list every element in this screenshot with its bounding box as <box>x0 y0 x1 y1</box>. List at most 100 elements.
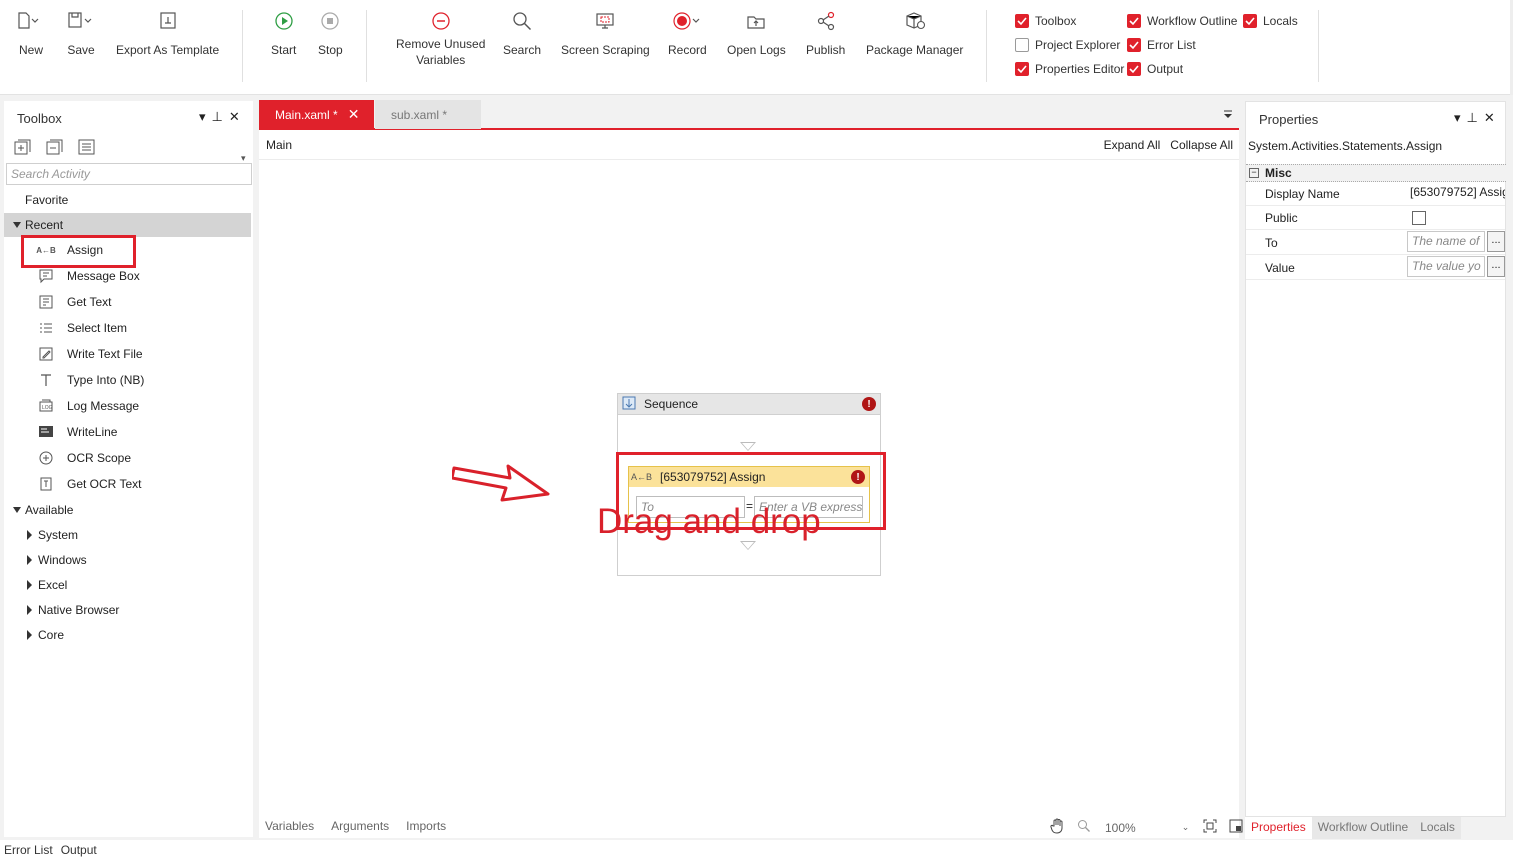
overview-icon[interactable] <box>1229 819 1243 836</box>
toolbox-item-write-text-file[interactable]: Write Text File <box>4 342 251 366</box>
collapse-all-icon[interactable] <box>46 139 64 158</box>
close-icon[interactable]: ✕ <box>229 109 240 125</box>
pin-icon[interactable]: ⊥ <box>212 109 223 125</box>
output-toggle[interactable]: Output <box>1127 60 1183 78</box>
ribbon-separator <box>242 10 243 82</box>
expand-all-icon[interactable] <box>14 139 32 158</box>
available-node[interactable]: Available <box>4 498 251 522</box>
expression-editor-button[interactable]: ... <box>1487 231 1505 252</box>
error-list-toggle[interactable]: Error List <box>1127 36 1196 54</box>
close-icon[interactable]: ✕ <box>1484 110 1495 126</box>
search-button[interactable]: Search <box>503 8 541 58</box>
pan-hand-icon[interactable] <box>1049 817 1067 838</box>
checkbox-checked-icon <box>1127 38 1141 52</box>
property-value: Value The value yo ... <box>1246 255 1505 280</box>
ribbon: New Save Export As Template Start Stop R… <box>0 0 1513 95</box>
toolbox-item-assign[interactable]: A←B Assign <box>4 238 251 262</box>
tab-workflow-outline[interactable]: Workflow Outline <box>1311 817 1415 839</box>
record-button[interactable]: Record <box>668 8 707 58</box>
toolbox-toggle[interactable]: Toolbox <box>1015 12 1076 30</box>
toolbox-item-writeline[interactable]: WriteLine <box>4 420 251 444</box>
open-logs-button[interactable]: Open Logs <box>727 8 786 58</box>
checkbox-checked-icon <box>1243 14 1257 28</box>
available-node-windows[interactable]: Windows <box>4 548 251 572</box>
close-tab-icon[interactable]: ✕ <box>348 106 360 123</box>
tab-main-xaml[interactable]: Main.xaml * ✕ <box>259 100 374 129</box>
tab-error-list[interactable]: Error List <box>0 840 57 862</box>
fit-to-screen-icon[interactable] <box>1203 819 1217 836</box>
recent-node[interactable]: Recent <box>4 213 251 237</box>
publish-icon <box>816 8 836 34</box>
zoom-icon[interactable] <box>1077 819 1091 836</box>
start-button[interactable]: Start <box>271 8 296 58</box>
export-template-icon <box>158 8 178 34</box>
locals-toggle[interactable]: Locals <box>1243 12 1298 30</box>
stop-button[interactable]: Stop <box>318 8 343 58</box>
package-manager-button[interactable]: Package Manager <box>866 8 963 58</box>
tab-locals[interactable]: Locals <box>1414 817 1461 839</box>
tab-arguments[interactable]: Arguments <box>331 819 389 833</box>
drag-arrow-icon <box>452 464 550 502</box>
available-node-excel[interactable]: Excel <box>4 573 251 597</box>
public-checkbox[interactable] <box>1412 211 1426 225</box>
zoom-level[interactable]: 100% <box>1105 821 1136 835</box>
pin-icon[interactable]: ⊥ <box>1467 110 1478 126</box>
log-message-icon: LOG <box>37 397 55 415</box>
checkbox-checked-icon <box>1127 14 1141 28</box>
tab-properties[interactable]: Properties <box>1245 817 1312 839</box>
checkbox-checked-icon <box>1127 62 1141 76</box>
collapsed-icon <box>27 530 32 540</box>
toolbox-item-type-into-nb[interactable]: Type Into (NB) <box>4 368 251 392</box>
export-template-button[interactable]: Export As Template <box>116 8 219 58</box>
tab-imports[interactable]: Imports <box>406 819 446 833</box>
new-button[interactable]: New <box>17 8 45 58</box>
list-view-icon[interactable] <box>78 139 96 158</box>
publish-button[interactable]: Publish <box>806 8 845 58</box>
tab-sub-xaml[interactable]: sub.xaml * <box>375 100 481 129</box>
search-activity-input[interactable]: Search Activity <box>6 163 252 185</box>
toolbox-item-get-text[interactable]: Get Text <box>4 290 251 314</box>
toolbox-item-log-message[interactable]: LOG Log Message <box>4 394 251 418</box>
collapse-all-link[interactable]: Collapse All <box>1170 138 1233 152</box>
sequence-header[interactable]: Sequence <box>618 394 880 415</box>
project-explorer-toggle[interactable]: Project Explorer <box>1015 36 1120 54</box>
expand-all-link[interactable]: Expand All <box>1104 138 1161 152</box>
zoom-dropdown-icon[interactable]: ⌄ <box>1182 822 1190 833</box>
document-tabs: Main.xaml * ✕ sub.xaml * <box>259 99 1239 130</box>
properties-title: Properties <box>1259 112 1319 127</box>
tab-variables[interactable]: Variables <box>265 819 314 833</box>
breadcrumb[interactable]: Main <box>266 138 292 152</box>
screen-scraping-icon <box>595 8 615 34</box>
dropdown-icon[interactable]: ▾ <box>199 109 206 125</box>
error-icon: ! <box>862 397 876 411</box>
new-file-icon <box>17 8 45 34</box>
toolbox-item-message-box[interactable]: Message Box <box>4 264 251 288</box>
misc-category[interactable]: − Misc <box>1246 164 1506 182</box>
available-node-system[interactable]: System <box>4 523 251 547</box>
expression-editor-button[interactable]: ... <box>1487 256 1505 277</box>
favorite-node[interactable]: Favorite <box>4 188 251 212</box>
screen-scraping-button[interactable]: Screen Scraping <box>561 8 650 58</box>
save-button[interactable]: Save <box>67 8 95 58</box>
property-public: Public <box>1246 206 1505 230</box>
get-text-icon <box>37 293 55 311</box>
available-node-native-browser[interactable]: Native Browser <box>4 598 251 622</box>
toolbox-item-get-ocr-text[interactable]: Get OCR Text <box>4 472 251 496</box>
available-node-core[interactable]: Core <box>4 623 251 647</box>
remove-unused-variables-button[interactable]: Remove Unused Variables <box>396 8 485 68</box>
search-icon <box>512 8 532 34</box>
tab-output[interactable]: Output <box>57 840 101 862</box>
workflow-outline-toggle[interactable]: Workflow Outline <box>1127 12 1237 30</box>
toolbox-title: Toolbox <box>17 111 62 126</box>
toolbox-item-select-item[interactable]: Select Item <box>4 316 251 340</box>
to-value-input[interactable]: The name of <box>1407 231 1485 252</box>
display-name-value[interactable]: [653079752] Assign <box>1410 185 1505 199</box>
tab-list-icon[interactable] <box>1223 108 1233 122</box>
properties-controls: ▾ ⊥ ✕ <box>1454 110 1495 126</box>
dropdown-icon[interactable]: ▾ <box>1454 110 1461 126</box>
collapsed-icon <box>27 605 32 615</box>
properties-editor-toggle[interactable]: Properties Editor <box>1015 60 1124 78</box>
toolbox-item-ocr-scope[interactable]: OCR Scope <box>4 446 251 470</box>
collapse-icon[interactable]: − <box>1249 168 1259 178</box>
value-input[interactable]: The value yo <box>1407 256 1485 277</box>
